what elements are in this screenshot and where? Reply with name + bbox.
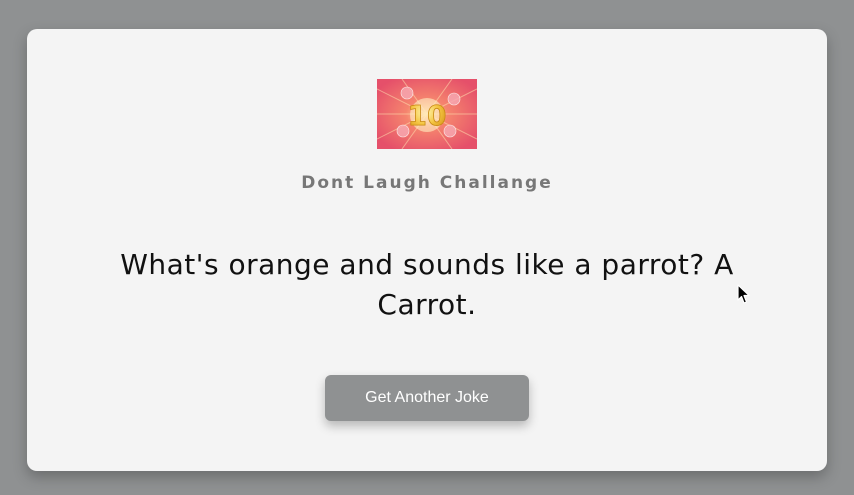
joke-text: What's orange and sounds like a parrot? … — [120, 248, 734, 321]
get-another-joke-button[interactable]: Get Another Joke — [325, 375, 529, 421]
svg-text:10: 10 — [408, 99, 447, 132]
joke-card: 10 Dont Laugh Challange What's orange an… — [27, 29, 827, 471]
app-title: Dont Laugh Challange — [301, 173, 553, 193]
ten-points-burst-icon: 10 — [377, 79, 477, 149]
